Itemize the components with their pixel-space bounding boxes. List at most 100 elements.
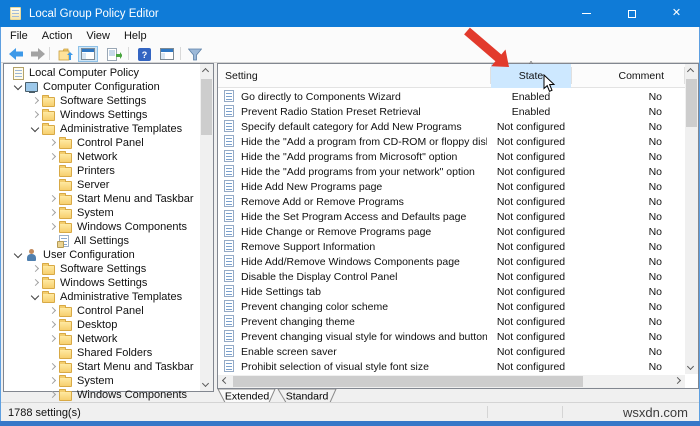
minimize-button[interactable] — [564, 0, 609, 27]
setting-row[interactable]: Prohibit selection of visual style font … — [218, 359, 685, 374]
chevron-collapsed-icon[interactable] — [30, 94, 42, 108]
scroll-down-button[interactable] — [685, 361, 698, 374]
chevron-expanded-icon[interactable] — [13, 80, 25, 94]
tree-item-control-panel[interactable]: Control Panel — [5, 136, 198, 150]
setting-row[interactable]: Prevent Radio Station Preset Retrieval En… — [218, 104, 685, 119]
scroll-right-button[interactable] — [672, 375, 685, 388]
tree-item-user-configuration[interactable]: User Configuration — [5, 248, 198, 262]
setting-row[interactable]: Hide Settings tab Not configured No — [218, 284, 685, 299]
setting-row[interactable]: Hide Change or Remove Programs page Not c… — [218, 224, 685, 239]
maximize-button[interactable] — [609, 0, 654, 27]
chevron-collapsed-icon[interactable] — [30, 108, 42, 122]
menu-help[interactable]: Help — [117, 27, 154, 45]
show-console-tree-button[interactable] — [78, 46, 98, 62]
setting-row[interactable]: Hide Add/Remove Windows Components page N… — [218, 254, 685, 269]
tree-item-windows-settings[interactable]: Windows Settings — [5, 108, 198, 122]
setting-row[interactable]: Prevent changing color scheme Not configu… — [218, 299, 685, 314]
tree-item-software-settings-user[interactable]: Software Settings — [5, 262, 198, 276]
folder-icon — [59, 361, 72, 373]
up-one-level-button[interactable] — [55, 46, 75, 62]
tree-item-computer-configuration[interactable]: Computer Configuration — [5, 80, 198, 94]
policy-setting-icon — [224, 195, 234, 207]
tree-scrollbar[interactable] — [200, 64, 213, 391]
chevron-collapsed-icon[interactable] — [47, 192, 59, 206]
tree-item-windows-components-user[interactable]: Windows Components — [5, 388, 198, 402]
menu-action[interactable]: Action — [35, 27, 80, 45]
setting-row[interactable]: Hide Add New Programs page Not configured… — [218, 179, 685, 194]
setting-row[interactable]: Hide the "Add programs from Microsoft" o… — [218, 149, 685, 164]
scrollbar-thumb[interactable] — [201, 79, 212, 135]
tree-item-network[interactable]: Network — [5, 150, 198, 164]
chevron-collapsed-icon[interactable] — [47, 136, 59, 150]
tab-extended[interactable]: Extended — [217, 388, 276, 403]
tree-item-network-user[interactable]: Network — [5, 332, 198, 346]
scroll-left-button[interactable] — [218, 375, 231, 388]
chevron-expanded-icon[interactable] — [30, 122, 42, 136]
setting-row[interactable]: Prevent changing theme Not configured No — [218, 314, 685, 329]
chevron-collapsed-icon[interactable] — [47, 318, 59, 332]
tree-item-desktop[interactable]: Desktop — [5, 318, 198, 332]
forward-button[interactable] — [27, 46, 47, 62]
setting-row[interactable]: Prevent changing visual style for window… — [218, 329, 685, 344]
chevron-expanded-icon[interactable] — [13, 248, 25, 262]
setting-row[interactable]: Remove Support Information Not configured… — [218, 239, 685, 254]
chevron-collapsed-icon[interactable] — [47, 360, 59, 374]
chevron-expanded-icon[interactable] — [30, 290, 42, 304]
setting-row[interactable]: Hide the "Add a program from CD-ROM or f… — [218, 134, 685, 149]
chevron-collapsed-icon[interactable] — [47, 304, 59, 318]
scroll-up-button[interactable] — [200, 64, 213, 77]
tree-item-control-panel-user[interactable]: Control Panel — [5, 304, 198, 318]
policy-setting-icon — [224, 105, 234, 117]
setting-row[interactable]: Hide the "Add programs from your network… — [218, 164, 685, 179]
folder-icon — [59, 333, 72, 345]
column-header-comment[interactable]: Comment — [570, 70, 664, 82]
chevron-collapsed-icon[interactable] — [47, 220, 59, 234]
chevron-collapsed-icon[interactable] — [47, 374, 59, 388]
filter-button[interactable] — [185, 46, 205, 62]
toolbar-separator — [180, 47, 181, 60]
tree-item-printers[interactable]: Printers — [5, 164, 198, 178]
new-window-button[interactable] — [157, 46, 177, 62]
tree-item-administrative-templates-user[interactable]: Administrative Templates — [5, 290, 198, 304]
close-button[interactable]: ✕ — [654, 0, 699, 27]
setting-row[interactable]: Specify default category for Add New Pro… — [218, 119, 685, 134]
chevron-collapsed-icon[interactable] — [47, 332, 59, 346]
chevron-collapsed-icon[interactable] — [47, 388, 59, 402]
export-list-button[interactable] — [104, 46, 124, 62]
tree-item-windows-settings-user[interactable]: Windows Settings — [5, 276, 198, 290]
scrollbar-thumb[interactable] — [686, 79, 697, 127]
tree-item-system[interactable]: System — [5, 206, 198, 220]
setting-row[interactable]: Remove Add or Remove Programs Not configu… — [218, 194, 685, 209]
list-vertical-scrollbar[interactable] — [685, 64, 698, 374]
scroll-down-button[interactable] — [200, 378, 213, 391]
chevron-collapsed-icon[interactable] — [47, 150, 59, 164]
chevron-collapsed-icon[interactable] — [47, 206, 59, 220]
tree-item-software-settings[interactable]: Software Settings — [5, 94, 198, 108]
help-button[interactable]: ? — [134, 46, 154, 62]
tree-item-start-menu-and-taskbar[interactable]: Start Menu and Taskbar — [5, 192, 198, 206]
tree-item-local-computer-policy[interactable]: Local Computer Policy — [5, 66, 198, 80]
scrollbar-thumb[interactable] — [233, 376, 583, 387]
tree-item-windows-components[interactable]: Windows Components — [5, 220, 198, 234]
tree-item-server[interactable]: Server — [5, 178, 198, 192]
tree-item-shared-folders[interactable]: Shared Folders — [5, 346, 198, 360]
chevron-collapsed-icon[interactable] — [30, 276, 42, 290]
back-button[interactable] — [6, 46, 26, 62]
tree-item-start-menu-and-taskbar-user[interactable]: Start Menu and Taskbar — [5, 360, 198, 374]
list-horizontal-scrollbar[interactable] — [218, 375, 685, 388]
setting-row[interactable]: Hide the Set Program Access and Defaults… — [218, 209, 685, 224]
setting-row[interactable]: Enable screen saver Not configured No — [218, 344, 685, 359]
tree-item-system-user[interactable]: System — [5, 374, 198, 388]
tree-item-administrative-templates[interactable]: Administrative Templates — [5, 122, 198, 136]
policy-setting-icon — [224, 225, 234, 237]
menu-view[interactable]: View — [79, 27, 117, 45]
tab-standard[interactable]: Standard — [277, 388, 337, 403]
settings-list: Go directly to Components Wizard Enabled N… — [218, 89, 685, 374]
tree-item-all-settings[interactable]: All Settings — [5, 234, 198, 248]
scroll-up-button[interactable] — [685, 64, 698, 77]
column-header-setting[interactable]: Setting — [225, 70, 258, 82]
setting-row[interactable]: Disable the Display Control Panel Not con… — [218, 269, 685, 284]
setting-row[interactable]: Go directly to Components Wizard Enabled N… — [218, 89, 685, 104]
menu-file[interactable]: File — [1, 27, 35, 45]
chevron-collapsed-icon[interactable] — [30, 262, 42, 276]
